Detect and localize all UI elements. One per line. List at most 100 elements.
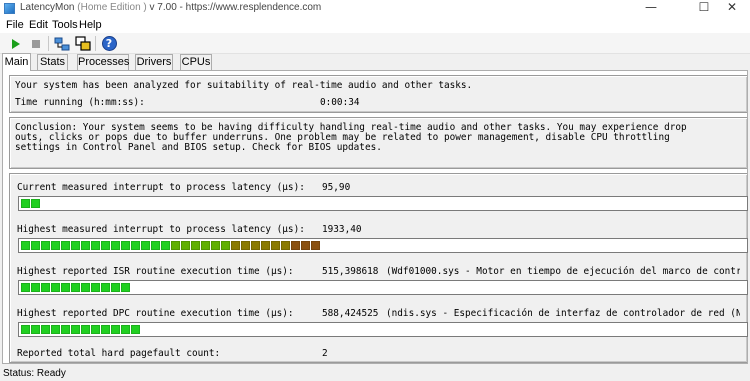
windows-icon <box>75 35 91 51</box>
bar-segment <box>251 241 260 250</box>
bar-segment <box>301 241 310 250</box>
metric-label: Highest reported DPC routine execution t… <box>17 308 294 319</box>
metric-value: 588,424525 <box>322 308 379 319</box>
bar-segment <box>101 283 110 292</box>
bar-segment <box>161 241 170 250</box>
maximize-icon: ☐ <box>698 0 710 14</box>
toolbar: ? <box>0 33 750 54</box>
metrics-box: Current measured interrupt to process la… <box>9 173 748 363</box>
bar-segment <box>121 241 130 250</box>
tab-strip: Main Stats Processes Drivers CPUs <box>0 53 750 71</box>
tab-stats-label: Stats <box>39 56 66 68</box>
title-rest: v 7.00 - https://www.resplendence.com <box>149 2 322 13</box>
status-text: Status: Ready <box>3 368 66 379</box>
menu-help-label: Help <box>79 19 102 31</box>
menu-file[interactable]: File <box>6 19 24 31</box>
close-button[interactable]: ✕ <box>714 0 750 17</box>
bar-segment <box>121 283 130 292</box>
bar-segment <box>71 241 80 250</box>
toolbar-separator <box>48 36 49 51</box>
tab-drivers-label: Drivers <box>136 56 172 68</box>
app-icon <box>4 3 15 14</box>
bar-segment <box>31 241 40 250</box>
summary-box: Your system has been analyzed for suitab… <box>9 75 747 113</box>
tab-cpus-label: CPUs <box>181 56 211 68</box>
metric-value: 515,398618 <box>322 266 379 277</box>
bar-segment <box>211 241 220 250</box>
conclusion-line-3: settings in Control Panel and BIOS setup… <box>15 142 382 153</box>
bar-segment <box>101 325 110 334</box>
help-icon: ? <box>101 36 117 51</box>
status-bar: Status: Ready <box>0 367 750 381</box>
latency-bar-fill <box>21 241 326 250</box>
bar-segment <box>111 241 120 250</box>
summary-text: Your system has been analyzed for suitab… <box>15 80 473 91</box>
bar-segment <box>21 241 30 250</box>
bar-segment <box>181 241 190 250</box>
bar-segment <box>51 325 60 334</box>
tab-processes-label: Processes <box>78 56 130 68</box>
menu-edit[interactable]: Edit <box>29 19 48 31</box>
bar-segment <box>61 241 70 250</box>
tab-main[interactable]: Main <box>2 53 31 71</box>
bar-segment <box>31 199 40 208</box>
bar-segment <box>81 325 90 334</box>
main-panel: Your system has been analyzed for suitab… <box>2 70 748 364</box>
latency-bar-fill <box>21 283 137 292</box>
latency-bar-fill <box>21 325 144 334</box>
bar-segment <box>121 325 130 334</box>
pagefault-value: 2 <box>322 348 328 359</box>
tab-processes[interactable]: Processes <box>77 54 129 71</box>
tab-stats[interactable]: Stats <box>37 54 68 71</box>
latency-bar <box>18 280 748 295</box>
bar-segment <box>31 283 40 292</box>
bar-segment <box>61 283 70 292</box>
bar-segment <box>221 241 230 250</box>
stop-button[interactable] <box>27 35 45 52</box>
bar-segment <box>111 283 120 292</box>
bar-segment <box>281 241 290 250</box>
tab-main-label: Main <box>4 56 29 68</box>
menu-edit-label: Edit <box>29 19 48 31</box>
bar-segment <box>231 241 240 250</box>
metric-detail: (Wdf01000.sys - Motor en tiempo de ejecu… <box>386 266 740 277</box>
metric-value: 1933,40 <box>322 224 362 235</box>
bar-segment <box>81 283 90 292</box>
latency-bar <box>18 322 748 337</box>
bar-segment <box>81 241 90 250</box>
bar-segment <box>131 325 140 334</box>
title-bar: LatencyMon (Home Edition ) v 7.00 - http… <box>0 0 750 17</box>
menu-file-label: File <box>6 19 24 31</box>
stop-icon <box>32 39 40 48</box>
help-button[interactable]: ? <box>100 35 118 52</box>
bar-segment <box>71 325 80 334</box>
bar-segment <box>141 241 150 250</box>
time-running-value: 0:00:34 <box>320 97 360 108</box>
start-button[interactable] <box>7 35 25 52</box>
help-glyph: ? <box>105 37 113 50</box>
bar-segment <box>271 241 280 250</box>
bar-segment <box>51 241 60 250</box>
bar-segment <box>91 283 100 292</box>
window-title: LatencyMon (Home Edition ) v 7.00 - http… <box>20 2 321 13</box>
menu-tools-label: Tools <box>52 19 78 31</box>
bar-segment <box>311 241 320 250</box>
menu-bar: File Edit Tools Help <box>0 17 750 33</box>
bar-segment <box>61 325 70 334</box>
minimize-icon: — <box>645 0 657 14</box>
bar-segment <box>31 325 40 334</box>
tab-drivers[interactable]: Drivers <box>135 54 173 71</box>
menu-tools[interactable]: Tools <box>52 19 78 31</box>
minimize-button[interactable]: — <box>633 0 669 17</box>
bar-segment <box>91 241 100 250</box>
play-icon <box>12 38 20 49</box>
bar-segment <box>41 283 50 292</box>
network-button[interactable] <box>53 35 71 52</box>
latency-bar <box>18 238 748 253</box>
windows-button[interactable] <box>74 35 92 52</box>
tab-cpus[interactable]: CPUs <box>180 54 212 71</box>
conclusion-box: Conclusion: Your system seems to be havi… <box>9 117 747 169</box>
bar-segment <box>21 283 30 292</box>
metric-value: 95,90 <box>322 182 351 193</box>
menu-help[interactable]: Help <box>79 19 102 31</box>
